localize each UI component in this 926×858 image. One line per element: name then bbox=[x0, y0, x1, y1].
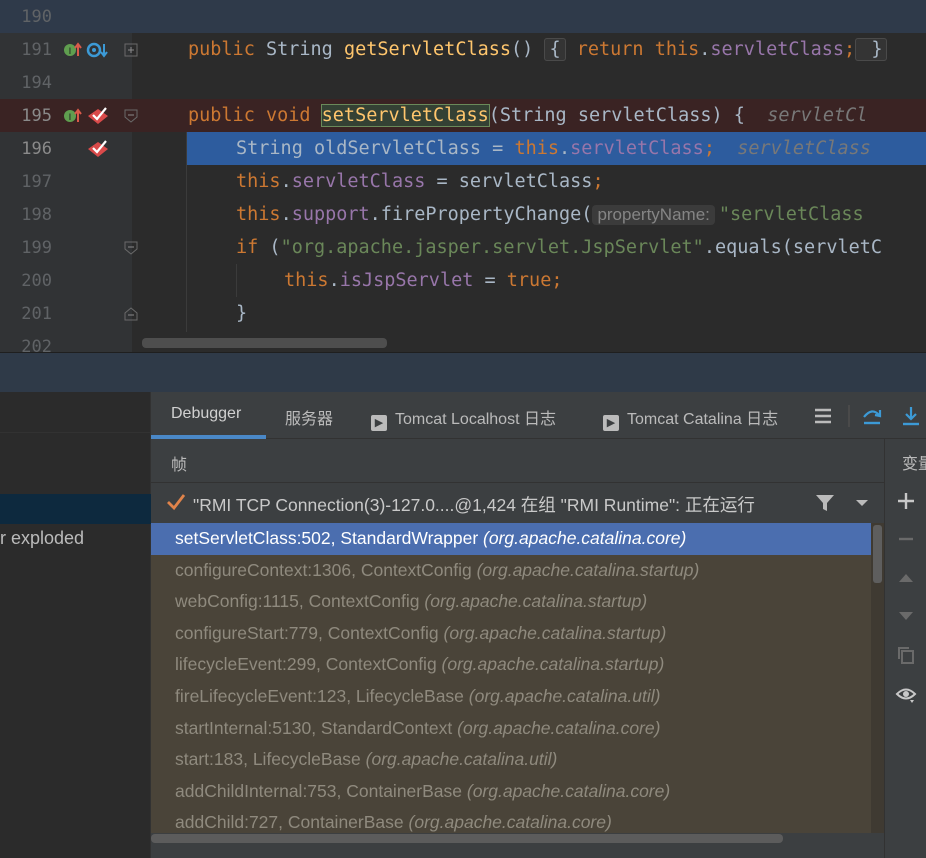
debugger-panel[interactable]: Debugger 服务器 ▶ Tomcat Localhost 日志 ▶ Tomca… bbox=[151, 392, 926, 858]
console-icon: ▶ bbox=[603, 415, 619, 431]
line-number: 195 bbox=[21, 106, 52, 126]
frames-header: 帧 bbox=[151, 439, 884, 483]
selected-method-name: setServletClass bbox=[320, 104, 490, 127]
frames-horizontal-scrollbar[interactable] bbox=[151, 833, 884, 845]
tree-item-artifact[interactable]: r exploded bbox=[0, 528, 84, 549]
frame-item[interactable]: configureStart:779, ContextConfig (org.a… bbox=[151, 618, 871, 650]
parameter-hint: propertyName: bbox=[592, 205, 715, 225]
step-into-icon[interactable] bbox=[900, 405, 922, 427]
code-line[interactable]: 191 I public String getServletClass() { … bbox=[0, 33, 926, 66]
code-text: this.servletClass = servletClass; bbox=[236, 171, 604, 192]
code-line[interactable]: 202 bbox=[0, 330, 926, 352]
thread-selector[interactable]: "RMI TCP Connection(3)-127.0....@1,424 在… bbox=[151, 483, 884, 523]
code-text: public String getServletClass() { return… bbox=[188, 38, 888, 61]
panel-divider-bar[interactable] bbox=[0, 352, 926, 392]
divider bbox=[0, 432, 151, 433]
frames-list[interactable]: setServletClass:502, StandardWrapper (or… bbox=[151, 523, 884, 837]
line-number: 198 bbox=[21, 205, 52, 225]
code-text: this.isJspServlet = true; bbox=[284, 270, 563, 291]
fold-collapse-icon[interactable] bbox=[124, 109, 138, 123]
tab-server[interactable]: 服务器 bbox=[285, 405, 333, 429]
tab-debugger[interactable]: Debugger bbox=[171, 405, 241, 423]
step-over-icon[interactable] bbox=[861, 405, 883, 427]
variables-title: 变量 bbox=[902, 456, 926, 473]
scrollbar-thumb[interactable] bbox=[873, 525, 882, 583]
frame-item[interactable]: configureContext:1306, ContextConfig (or… bbox=[151, 555, 871, 587]
plus-icon[interactable] bbox=[895, 490, 917, 512]
frame-item[interactable]: startInternal:5130, StandardContext (org… bbox=[151, 713, 871, 745]
code-line[interactable]: 195 I public void setServletClass(String… bbox=[0, 99, 926, 132]
line-number: 201 bbox=[21, 304, 52, 324]
indent-guide bbox=[236, 264, 237, 297]
debug-tab-bar: Debugger 服务器 ▶ Tomcat Localhost 日志 ▶ Tomca… bbox=[151, 392, 926, 439]
line-number: 200 bbox=[21, 271, 52, 291]
method-breakpoint-icon[interactable]: I bbox=[62, 106, 112, 126]
up-icon[interactable] bbox=[895, 567, 917, 589]
minus-icon[interactable] bbox=[895, 528, 917, 550]
line-number: 199 bbox=[21, 238, 52, 258]
code-text: if ("org.apache.jasper.servlet.JspServle… bbox=[236, 237, 883, 258]
current-execution-line[interactable]: 196 String oldServletClass = this.servle… bbox=[0, 132, 926, 165]
check-icon bbox=[165, 491, 187, 513]
line-number: 196 bbox=[21, 139, 52, 159]
frames-vertical-scrollbar[interactable] bbox=[871, 523, 884, 837]
svg-text:I: I bbox=[69, 47, 72, 57]
fold-expand-icon[interactable] bbox=[124, 43, 138, 57]
line-number: 190 bbox=[21, 7, 52, 27]
filter-icon[interactable] bbox=[814, 492, 836, 514]
console-icon: ▶ bbox=[371, 415, 387, 431]
fold-collapse-icon[interactable] bbox=[124, 241, 138, 255]
line-number: 197 bbox=[21, 172, 52, 192]
variables-toolbar bbox=[884, 439, 926, 858]
implemented-method-icon[interactable]: I bbox=[62, 40, 112, 60]
editor-horizontal-scrollbar[interactable] bbox=[142, 338, 387, 348]
thread-name[interactable]: "RMI TCP Connection(3)-127.0....@1,424 在… bbox=[193, 492, 755, 517]
scrollbar-thumb[interactable] bbox=[151, 834, 783, 843]
tab-tomcat-localhost-log[interactable]: ▶ Tomcat Localhost 日志 bbox=[371, 405, 556, 431]
frame-item[interactable]: start:183, LifecycleBase (org.apache.cat… bbox=[151, 744, 871, 776]
services-tree-panel[interactable]: r exploded bbox=[0, 392, 151, 858]
fold-end-icon[interactable] bbox=[124, 307, 138, 321]
line-number: 191 bbox=[21, 40, 52, 60]
down-icon[interactable] bbox=[895, 605, 917, 627]
code-line[interactable]: 200 this.isJspServlet = true; bbox=[0, 264, 926, 297]
frame-item[interactable]: addChildInternal:753, ContainerBase (org… bbox=[151, 776, 871, 808]
code-editor[interactable]: 190 191 I public String getServletClass(… bbox=[0, 0, 926, 352]
frame-item[interactable]: webConfig:1115, ContextConfig (org.apach… bbox=[151, 586, 871, 618]
line-number: 194 bbox=[21, 73, 52, 93]
code-line[interactable]: 194 bbox=[0, 66, 926, 99]
svg-text:I: I bbox=[69, 113, 72, 123]
code-text: String oldServletClass = this.servletCla… bbox=[236, 138, 871, 159]
code-text: public void setServletClass(String servl… bbox=[188, 104, 868, 127]
breakpoint-icon[interactable] bbox=[62, 139, 112, 159]
frame-item[interactable]: setServletClass:502, StandardWrapper (or… bbox=[151, 523, 871, 555]
tab-tomcat-catalina-log[interactable]: ▶ Tomcat Catalina 日志 bbox=[603, 405, 778, 431]
chevron-down-icon[interactable] bbox=[851, 492, 873, 514]
list-icon[interactable] bbox=[812, 405, 834, 427]
code-text: this.support.firePropertyChange(property… bbox=[236, 204, 864, 225]
frame-item[interactable]: lifecycleEvent:299, ContextConfig (org.a… bbox=[151, 649, 871, 681]
copy-icon[interactable] bbox=[895, 644, 917, 666]
code-line[interactable]: 201 } bbox=[0, 297, 926, 330]
code-line[interactable]: 199 if ("org.apache.jasper.servlet.JspSe… bbox=[0, 231, 926, 264]
line-number: 202 bbox=[21, 337, 52, 352]
code-line[interactable]: 197 this.servletClass = servletClass; bbox=[0, 165, 926, 198]
indent-guide bbox=[186, 132, 187, 332]
code-line[interactable]: 190 bbox=[0, 0, 926, 33]
code-text: } bbox=[236, 303, 248, 324]
code-line[interactable]: 198 this.support.firePropertyChange(prop… bbox=[0, 198, 926, 231]
toolbar-separator bbox=[848, 405, 850, 427]
frames-title: 帧 bbox=[171, 457, 188, 474]
tree-item-selected[interactable] bbox=[0, 494, 151, 524]
eye-icon[interactable] bbox=[895, 683, 917, 705]
frame-item[interactable]: fireLifecycleEvent:123, LifecycleBase (o… bbox=[151, 681, 871, 713]
